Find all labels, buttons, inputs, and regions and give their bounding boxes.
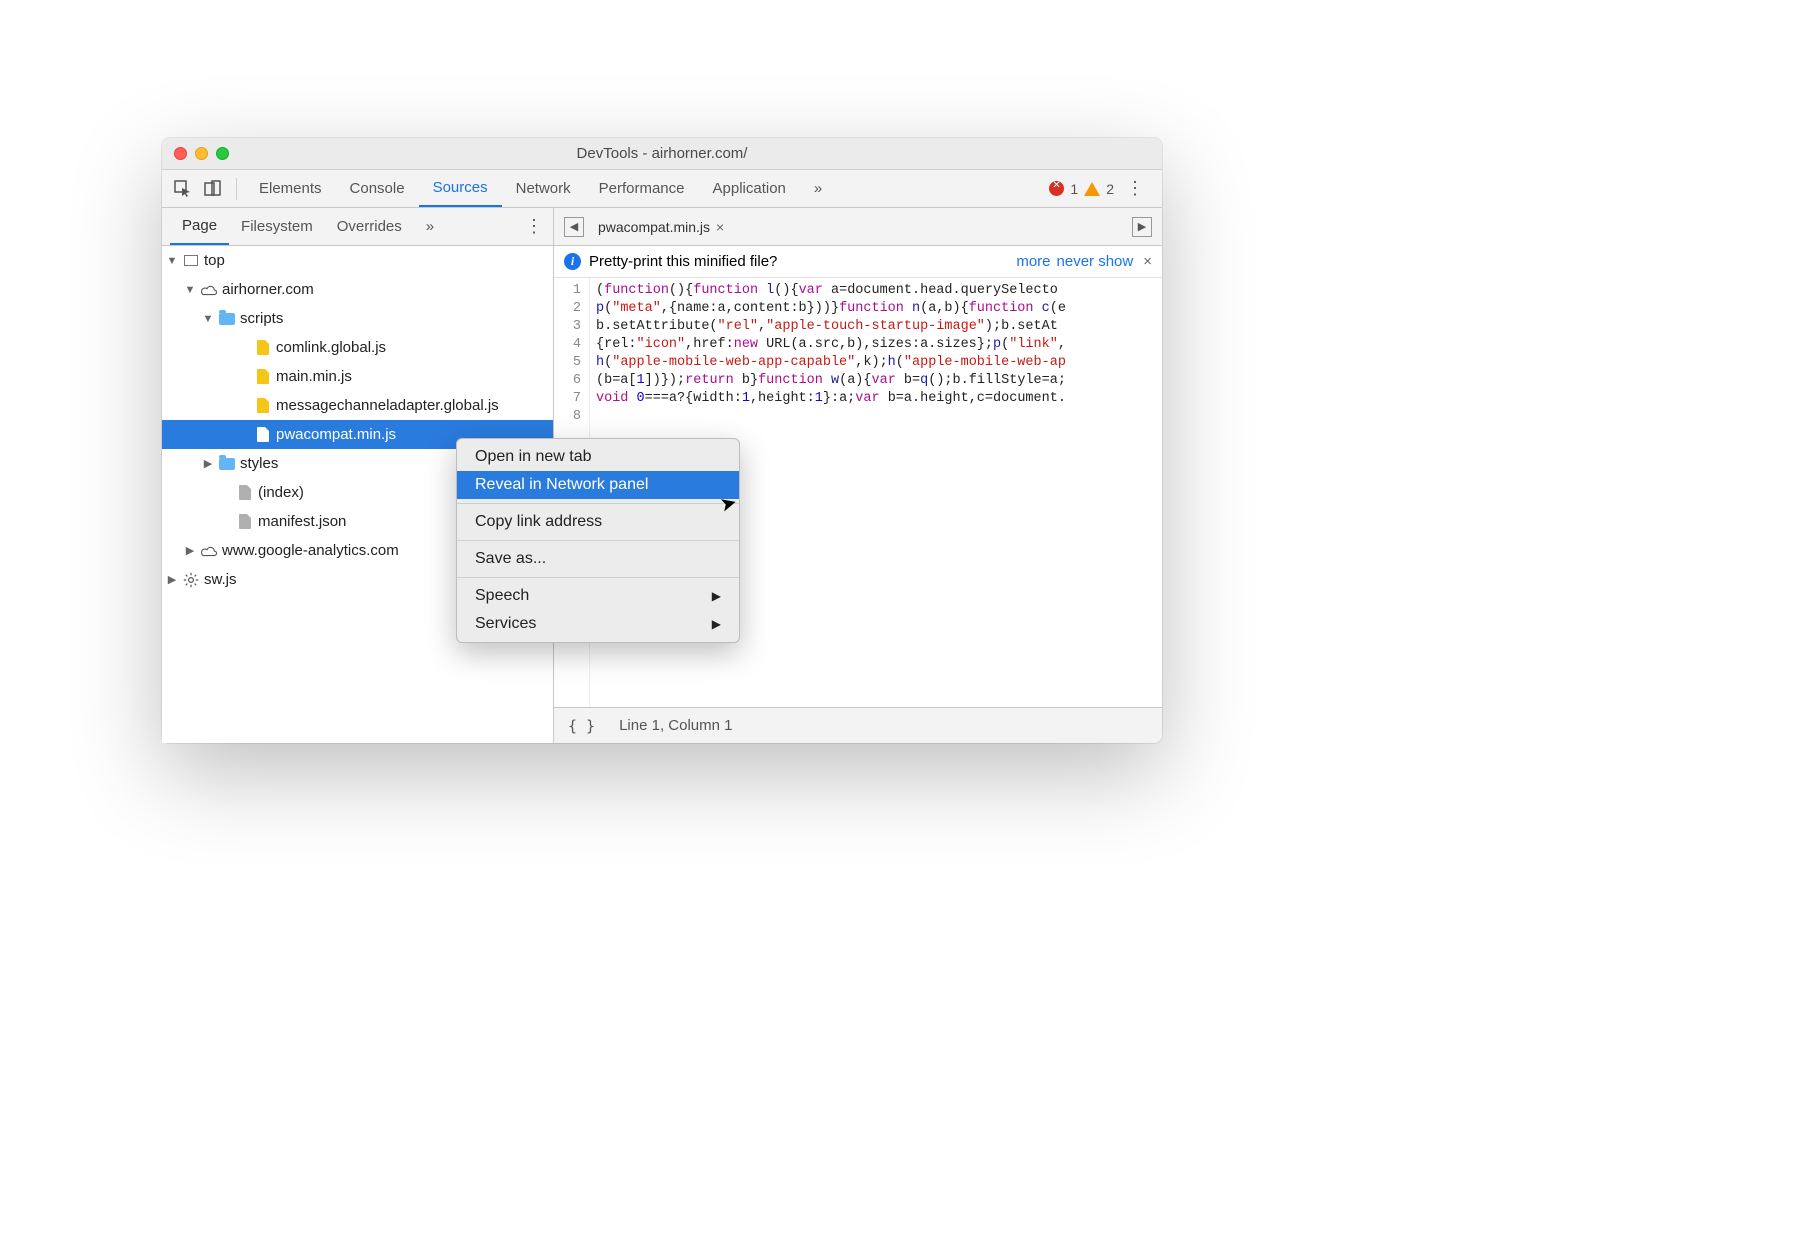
- chevron-right-icon[interactable]: ▶: [202, 457, 214, 470]
- main-toolbar: ElementsConsoleSourcesNetworkPerformance…: [162, 170, 1162, 208]
- tab-console[interactable]: Console: [336, 170, 419, 207]
- tree-item[interactable]: messagechanneladapter.global.js: [162, 391, 553, 420]
- context-menu-item[interactable]: Services ▶: [457, 610, 739, 638]
- tree-item-label: pwacompat.min.js: [276, 426, 396, 443]
- cloud-icon: [200, 281, 218, 299]
- cloud-icon: [200, 542, 218, 560]
- pretty-print-button[interactable]: { }: [568, 717, 595, 735]
- context-menu-separator: [457, 540, 739, 541]
- folder-icon: [218, 455, 236, 473]
- context-menu-separator: [457, 577, 739, 578]
- info-icon: i: [564, 253, 581, 270]
- navigate-forward-icon[interactable]: ▶: [1132, 217, 1152, 237]
- context-menu-item[interactable]: Speech ▶: [457, 582, 739, 610]
- chevron-right-icon[interactable]: ▶: [166, 573, 178, 586]
- context-menu-item[interactable]: Open in new tab: [457, 443, 739, 471]
- more-navigator-tabs[interactable]: »: [414, 208, 446, 245]
- cursor-position: Line 1, Column 1: [619, 717, 732, 734]
- context-menu[interactable]: Open in new tab Reveal in Network panel Co…: [456, 438, 740, 643]
- navigate-back-icon[interactable]: ◀: [564, 217, 584, 237]
- js-icon: [254, 426, 272, 444]
- chevron-down-icon[interactable]: ▼: [202, 313, 214, 325]
- submenu-arrow-icon: ▶: [712, 589, 721, 603]
- js-icon: [254, 397, 272, 415]
- tree-item[interactable]: comlink.global.js: [162, 333, 553, 362]
- sub-toolbar: PageFilesystemOverrides » ⋮ ◀ pwacompat.…: [162, 208, 1162, 246]
- js-icon: [254, 368, 272, 386]
- context-menu-item-label: Services: [475, 615, 536, 633]
- inspect-element-icon[interactable]: [172, 178, 194, 200]
- context-menu-item[interactable]: Save as...: [457, 545, 739, 573]
- tree-item[interactable]: ▼ top: [162, 246, 553, 275]
- tree-item-label: main.min.js: [276, 368, 352, 385]
- file-icon: [236, 484, 254, 502]
- infobar-more-link[interactable]: more: [1016, 253, 1050, 270]
- main-tabs: ElementsConsoleSourcesNetworkPerformance…: [245, 170, 800, 207]
- tree-item[interactable]: ▼ airhorner.com: [162, 275, 553, 304]
- context-menu-item-label: Speech: [475, 587, 529, 605]
- frame-icon: [182, 252, 200, 270]
- toolbar-separator: [236, 178, 237, 200]
- device-toolbar-icon[interactable]: [202, 178, 224, 200]
- chevron-down-icon[interactable]: ▼: [166, 255, 178, 267]
- tree-item-label: top: [204, 252, 225, 269]
- tree-item-label: manifest.json: [258, 513, 346, 530]
- js-icon: [254, 339, 272, 357]
- context-menu-item-label: Open in new tab: [475, 448, 592, 466]
- warning-count: 2: [1106, 181, 1114, 197]
- infobar-text: Pretty-print this minified file?: [589, 253, 777, 270]
- editor-statusbar: { } Line 1, Column 1: [554, 707, 1162, 743]
- error-count: 1: [1070, 181, 1078, 197]
- context-menu-item-label: Copy link address: [475, 513, 602, 531]
- folder-icon: [218, 310, 236, 328]
- subtab-filesystem[interactable]: Filesystem: [229, 208, 325, 245]
- chevron-right-icon[interactable]: ▶: [184, 544, 196, 557]
- file-icon: [236, 513, 254, 531]
- subtab-page[interactable]: Page: [170, 208, 229, 245]
- minimize-window-button[interactable]: [195, 147, 208, 160]
- titlebar: DevTools - airhorner.com/: [162, 138, 1162, 170]
- close-window-button[interactable]: [174, 147, 187, 160]
- tree-item-label: sw.js: [204, 571, 237, 588]
- tab-performance[interactable]: Performance: [585, 170, 699, 207]
- tree-item[interactable]: ▼ scripts: [162, 304, 553, 333]
- tab-application[interactable]: Application: [699, 170, 800, 207]
- kebab-menu-icon[interactable]: ⋮: [1124, 178, 1146, 200]
- infobar-close-icon[interactable]: ×: [1139, 253, 1152, 270]
- pretty-print-infobar: i Pretty-print this minified file? more …: [554, 246, 1162, 278]
- context-menu-item-label: Save as...: [475, 550, 546, 568]
- tree-item-label: scripts: [240, 310, 283, 327]
- context-menu-item[interactable]: Reveal in Network panel: [457, 471, 739, 499]
- submenu-arrow-icon: ▶: [712, 617, 721, 631]
- warning-icon[interactable]: [1084, 182, 1100, 196]
- tree-item-label: (index): [258, 484, 304, 501]
- open-file-name: pwacompat.min.js: [598, 219, 710, 235]
- navigator-menu-icon[interactable]: ⋮: [515, 216, 553, 237]
- window-title: DevTools - airhorner.com/: [162, 145, 1162, 162]
- traffic-lights: [174, 147, 229, 160]
- context-menu-separator: [457, 503, 739, 504]
- editor-tabbar: ◀ pwacompat.min.js × ▶: [554, 208, 1162, 245]
- tree-item-label: airhorner.com: [222, 281, 314, 298]
- tab-sources[interactable]: Sources: [419, 170, 502, 207]
- subtab-overrides[interactable]: Overrides: [325, 208, 414, 245]
- more-tabs-button[interactable]: »: [800, 170, 836, 207]
- gear-icon: [182, 571, 200, 589]
- close-file-icon[interactable]: ×: [716, 219, 724, 235]
- tree-item-label: www.google-analytics.com: [222, 542, 399, 559]
- tab-network[interactable]: Network: [502, 170, 585, 207]
- tree-item-label: messagechanneladapter.global.js: [276, 397, 499, 414]
- context-menu-item[interactable]: Copy link address: [457, 508, 739, 536]
- navigator-tabs: PageFilesystemOverrides » ⋮: [162, 208, 554, 245]
- tab-elements[interactable]: Elements: [245, 170, 336, 207]
- error-icon[interactable]: [1049, 181, 1064, 196]
- tree-item-label: styles: [240, 455, 278, 472]
- chevron-down-icon[interactable]: ▼: [184, 284, 196, 296]
- open-file-tab[interactable]: pwacompat.min.js ×: [594, 215, 728, 239]
- zoom-window-button[interactable]: [216, 147, 229, 160]
- tree-item[interactable]: main.min.js: [162, 362, 553, 391]
- context-menu-item-label: Reveal in Network panel: [475, 476, 648, 494]
- infobar-never-link[interactable]: never show: [1057, 253, 1134, 270]
- tree-item-label: comlink.global.js: [276, 339, 386, 356]
